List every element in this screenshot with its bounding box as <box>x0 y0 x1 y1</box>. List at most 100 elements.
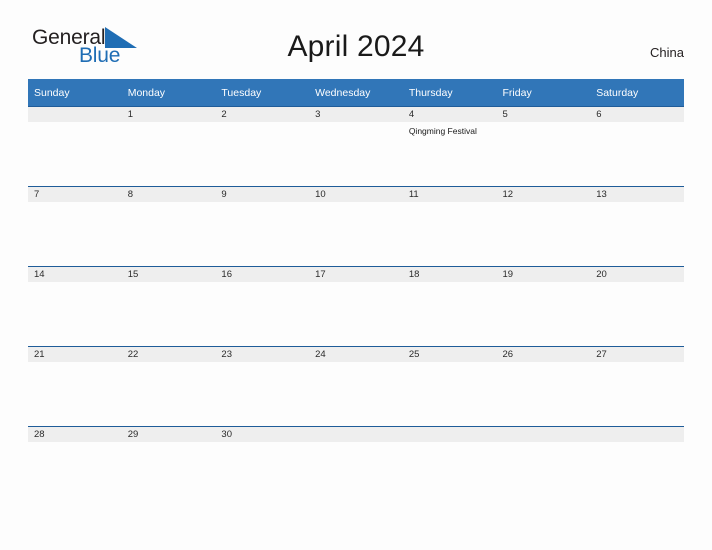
day-events <box>28 202 122 205</box>
calendar-day-cell[interactable]: 1 <box>121 106 216 186</box>
calendar-day-cell[interactable]: 7 <box>28 186 122 266</box>
calendar-day-cell[interactable]: 6 <box>590 106 684 186</box>
calendar-day-cell[interactable]: 29 <box>121 426 216 506</box>
calendar-day-cell[interactable]: 10 <box>309 186 403 266</box>
day-number: 20 <box>590 266 684 282</box>
calendar-day-cell[interactable]: 21 <box>28 346 122 426</box>
day-number: 21 <box>28 346 122 362</box>
weekday-header-monday: Monday <box>121 79 216 106</box>
day-events <box>590 282 684 285</box>
calendar-empty-cell <box>28 106 122 186</box>
calendar-day-cell[interactable]: 11 <box>402 186 497 266</box>
day-number: 10 <box>309 186 403 202</box>
day-number <box>402 426 497 442</box>
day-events <box>28 282 122 285</box>
day-events <box>122 282 216 285</box>
day-number: 19 <box>496 266 591 282</box>
day-events <box>122 442 216 445</box>
calendar-day-cell[interactable]: 12 <box>496 186 591 266</box>
calendar-empty-cell <box>496 426 591 506</box>
calendar-day-cell[interactable]: 8 <box>121 186 216 266</box>
day-events <box>28 362 122 365</box>
weekday-header-wednesday: Wednesday <box>309 79 403 106</box>
day-number: 4 <box>402 106 497 122</box>
calendar-day-cell[interactable]: 15 <box>121 266 216 346</box>
day-events <box>590 202 684 205</box>
calendar-day-cell[interactable]: 18 <box>402 266 497 346</box>
calendar-day-cell[interactable]: 13 <box>590 186 684 266</box>
calendar-empty-cell <box>309 426 403 506</box>
day-number: 28 <box>28 426 122 442</box>
calendar-day-cell[interactable]: 16 <box>215 266 310 346</box>
day-number: 6 <box>590 106 684 122</box>
calendar-day-cell[interactable]: 17 <box>309 266 403 346</box>
day-number <box>496 426 591 442</box>
calendar-week-row: 14 15 16 17 18 19 20 <box>28 266 684 346</box>
weekday-header-friday: Friday <box>496 79 591 106</box>
month-calendar: Sunday Monday Tuesday Wednesday Thursday… <box>28 79 684 506</box>
calendar-day-cell[interactable]: 3 <box>309 106 403 186</box>
calendar-day-cell[interactable]: 22 <box>121 346 216 426</box>
day-events <box>215 442 309 445</box>
day-number: 22 <box>121 346 216 362</box>
calendar-day-cell[interactable]: 25 <box>402 346 497 426</box>
page-header: General Blue April 2024 China <box>0 0 712 66</box>
calendar-day-cell[interactable]: 2 <box>215 106 310 186</box>
calendar-day-cell[interactable]: 4 Qingming Festival <box>402 106 497 186</box>
day-events <box>215 202 309 205</box>
day-events <box>309 202 403 205</box>
calendar-day-cell[interactable]: 24 <box>309 346 403 426</box>
calendar-week-row: 1 2 3 4 Qingming Festival 5 6 <box>28 106 684 186</box>
calendar-day-cell[interactable]: 9 <box>215 186 310 266</box>
day-number: 3 <box>309 106 403 122</box>
day-number: 15 <box>121 266 216 282</box>
day-number: 5 <box>496 106 591 122</box>
calendar-day-cell[interactable]: 30 <box>215 426 310 506</box>
day-number: 13 <box>590 186 684 202</box>
day-number: 26 <box>496 346 591 362</box>
page-title: April 2024 <box>287 30 425 63</box>
day-number: 1 <box>121 106 216 122</box>
day-events <box>122 202 216 205</box>
day-number: 7 <box>28 186 122 202</box>
day-number: 24 <box>309 346 403 362</box>
day-events <box>122 362 216 365</box>
day-number: 18 <box>402 266 497 282</box>
calendar-week-row: 7 8 9 10 11 12 13 <box>28 186 684 266</box>
day-number: 9 <box>215 186 310 202</box>
day-events <box>122 122 216 125</box>
calendar-body: 1 2 3 4 Qingming Festival 5 6 7 8 9 10 11 12 13 14 15 16… <box>28 106 684 506</box>
weekday-header-tuesday: Tuesday <box>215 79 310 106</box>
day-events <box>215 362 309 365</box>
day-number: 12 <box>496 186 591 202</box>
calendar-day-cell[interactable]: 28 <box>28 426 122 506</box>
day-events <box>309 362 403 365</box>
day-events <box>309 122 403 125</box>
day-number: 16 <box>215 266 310 282</box>
event-label: Qingming Festival <box>408 126 477 136</box>
day-number: 11 <box>402 186 497 202</box>
calendar-day-cell[interactable]: 5 <box>496 106 591 186</box>
day-events <box>590 442 684 445</box>
calendar-day-cell[interactable]: 26 <box>496 346 591 426</box>
calendar-day-cell[interactable]: 20 <box>590 266 684 346</box>
day-number: 17 <box>309 266 403 282</box>
calendar-day-cell[interactable]: 23 <box>215 346 310 426</box>
calendar-day-cell[interactable]: 19 <box>496 266 591 346</box>
day-number: 23 <box>215 346 310 362</box>
day-events <box>590 122 684 125</box>
weekday-header-row: Sunday Monday Tuesday Wednesday Thursday… <box>28 79 684 106</box>
day-number: 2 <box>215 106 310 122</box>
day-events <box>590 362 684 365</box>
day-number: 29 <box>121 426 216 442</box>
calendar-day-cell[interactable]: 14 <box>28 266 122 346</box>
calendar-day-cell[interactable]: 27 <box>590 346 684 426</box>
day-events <box>497 202 591 205</box>
day-events <box>309 282 403 285</box>
calendar-empty-cell <box>402 426 497 506</box>
day-number <box>590 426 684 442</box>
day-events <box>215 122 309 125</box>
country-label: China <box>650 45 684 60</box>
day-number: 30 <box>215 426 310 442</box>
calendar-week-row: 28 29 30 <box>28 426 684 506</box>
